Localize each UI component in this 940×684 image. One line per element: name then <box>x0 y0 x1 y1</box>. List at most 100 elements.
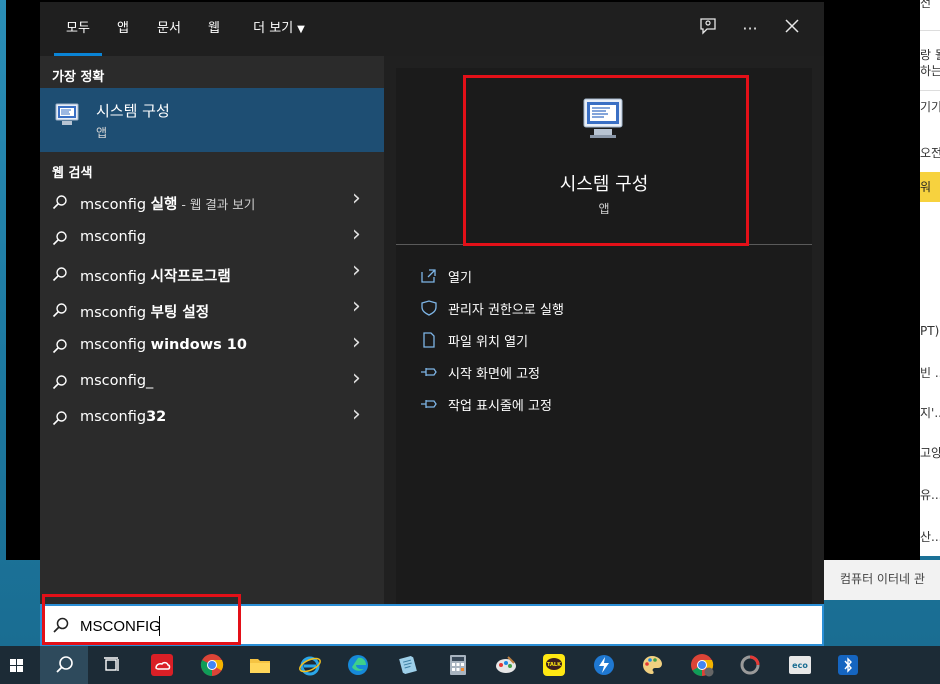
query-prefix: msconfig <box>80 269 151 285</box>
web-search-text: msconfig <box>80 229 146 245</box>
tab-apps[interactable]: 앱 <box>110 2 136 56</box>
taskbar: TALK eco <box>0 646 940 684</box>
tab-all[interactable]: 모두 <box>54 2 102 56</box>
web-search-item[interactable]: msconfig 실행 - 웹 결과 보기 › <box>40 184 384 220</box>
best-match-heading: 가장 정확 <box>52 70 105 85</box>
file-location-icon <box>420 332 438 352</box>
task-view-button[interactable] <box>88 646 136 684</box>
more-icon[interactable]: ··· <box>738 16 762 42</box>
web-search-text: msconfig 시작프로그램 <box>80 265 231 286</box>
feedback-icon[interactable] <box>696 16 720 42</box>
background-browser-window: 전 랑 될 하는 기기 오전 워 PT) 빈 .. 지'.. 고양 유... 산… <box>920 0 940 556</box>
background-text: 고양 <box>920 446 940 460</box>
tab-more[interactable]: 더 보기 ▼ <box>244 2 314 56</box>
web-search-item[interactable]: msconfig 시작프로그램 › <box>40 256 384 292</box>
start-search-panel: 모두 앱 문서 웹 더 보기 ▼ ··· 가장 정확 시스템 구성 앱 웹 검색… <box>40 2 824 604</box>
filter-tab-bar: 모두 앱 문서 웹 더 보기 ▼ ··· <box>40 2 824 56</box>
taskbar-kakaotalk[interactable]: TALK <box>530 646 578 684</box>
search-icon <box>52 374 68 394</box>
query-prefix: msconfig <box>80 229 147 245</box>
close-icon[interactable] <box>780 16 804 42</box>
detail-app-name: 시스템 구성 <box>559 174 649 195</box>
calculator-icon <box>446 653 470 677</box>
paint-palette-icon <box>640 653 664 677</box>
web-search-item[interactable]: msconfig32 › <box>40 400 384 436</box>
taskbar-internet-explorer[interactable] <box>286 646 334 684</box>
creative-cloud-icon <box>150 653 174 677</box>
paint-icon <box>494 653 518 677</box>
search-icon <box>52 616 70 638</box>
action-label: 파일 위치 열기 <box>448 335 529 350</box>
run-as-admin-action[interactable]: 관리자 권한으로 실행 <box>420 298 620 320</box>
action-label: 관리자 권한으로 실행 <box>448 303 564 318</box>
tab-web[interactable]: 웹 <box>200 2 228 56</box>
search-box[interactable] <box>40 604 824 646</box>
chevron-right-icon[interactable]: › <box>352 366 361 391</box>
pin-icon <box>420 396 438 416</box>
taskbar-notepad[interactable] <box>384 646 432 684</box>
taskbar-creative-cloud[interactable] <box>138 646 186 684</box>
taskbar-ring-app[interactable] <box>726 646 774 684</box>
tab-documents[interactable]: 문서 <box>150 2 188 56</box>
taskbar-paint-palette[interactable] <box>628 646 676 684</box>
taskbar-chrome[interactable] <box>188 646 236 684</box>
chevron-right-icon[interactable]: › <box>352 330 361 355</box>
query-suggestion: 시작프로그램 <box>150 269 231 285</box>
best-match-name: 시스템 구성 <box>96 102 170 120</box>
chevron-right-icon[interactable]: › <box>352 258 361 283</box>
svg-text:TALK: TALK <box>547 662 562 668</box>
web-search-text: msconfig windows 10 <box>80 337 247 353</box>
ring-app-icon <box>738 653 762 677</box>
background-text: 랑 될 <box>920 48 940 62</box>
result-detail-pane: 시스템 구성 앱 열기 관리자 권한으로 실행 파일 위치 열기 시작 화면에 <box>396 68 812 604</box>
taskbar-bolt-app[interactable] <box>580 646 628 684</box>
divider <box>920 90 940 91</box>
taskbar-edge[interactable] <box>334 646 382 684</box>
web-search-item[interactable]: msconfig › <box>40 220 384 256</box>
web-search-text: msconfig32 <box>80 409 166 425</box>
taskbar-bluetooth-app[interactable] <box>824 646 872 684</box>
taskbar-chrome-user[interactable] <box>678 646 726 684</box>
action-label: 시작 화면에 고정 <box>448 367 540 382</box>
bolt-app-icon <box>592 653 616 677</box>
query-suggestion: windows 10 <box>150 337 247 353</box>
search-icon <box>52 338 68 358</box>
shield-icon <box>420 300 438 320</box>
chevron-right-icon[interactable]: › <box>352 402 361 427</box>
web-search-item[interactable]: msconfig 부팅 설정 › <box>40 292 384 328</box>
text-cursor <box>159 616 160 636</box>
open-file-location-action[interactable]: 파일 위치 열기 <box>420 330 620 352</box>
taskbar-eco-app[interactable]: eco <box>776 646 824 684</box>
pin-to-start-action[interactable]: 시작 화면에 고정 <box>420 362 620 384</box>
background-text: 전 <box>920 0 932 10</box>
tab-label: 더 보기 <box>253 21 294 36</box>
taskbar-calculator[interactable] <box>434 646 482 684</box>
background-text: 컴퓨터 이터네 관 <box>840 572 925 586</box>
eco-app-icon: eco <box>788 653 812 677</box>
pin-to-taskbar-action[interactable]: 작업 표시줄에 고정 <box>420 394 620 416</box>
system-config-large-icon <box>580 96 626 146</box>
taskbar-search-button[interactable] <box>40 646 88 684</box>
web-search-item[interactable]: msconfig windows 10 › <box>40 328 384 364</box>
action-label: 열기 <box>448 271 472 286</box>
background-text: 유... <box>920 488 940 502</box>
best-match-result[interactable]: 시스템 구성 앱 <box>40 88 384 152</box>
chrome-icon <box>200 653 224 677</box>
background-text: 기기 <box>920 100 940 114</box>
open-action[interactable]: 열기 <box>420 266 620 288</box>
background-text: 오전 <box>920 146 940 160</box>
web-search-item[interactable]: msconfig_ › <box>40 364 384 400</box>
start-button[interactable] <box>0 646 40 684</box>
divider <box>920 30 940 31</box>
taskbar-file-explorer[interactable] <box>236 646 284 684</box>
search-icon <box>52 302 68 322</box>
taskbar-paint[interactable] <box>482 646 530 684</box>
chevron-right-icon[interactable]: › <box>352 186 361 211</box>
chevron-right-icon[interactable]: › <box>352 222 361 247</box>
background-text: PT) <box>920 324 940 338</box>
search-input[interactable] <box>80 614 680 638</box>
svg-text:eco: eco <box>792 661 808 670</box>
web-search-text: msconfig 부팅 설정 <box>80 301 209 322</box>
search-icon <box>52 266 68 286</box>
chevron-right-icon[interactable]: › <box>352 294 361 319</box>
